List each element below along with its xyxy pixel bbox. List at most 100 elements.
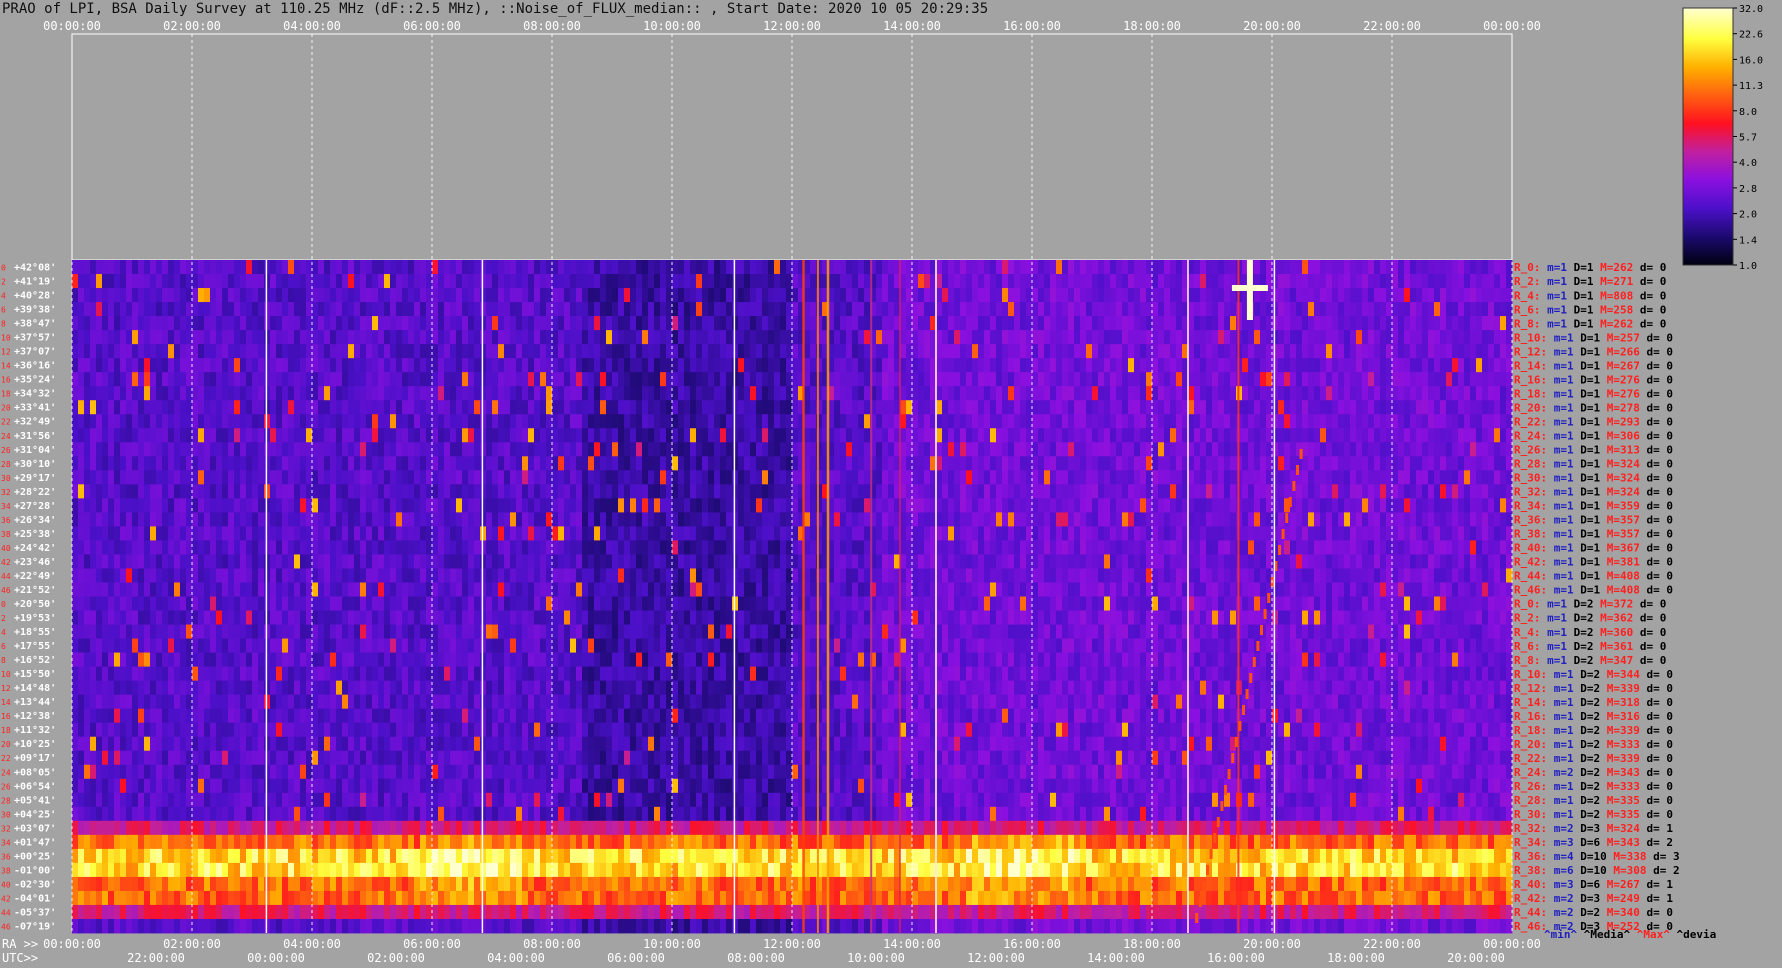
heat-cell (288, 344, 295, 359)
heat-cell (288, 498, 295, 513)
heat-cell (648, 512, 655, 527)
heat-cell (936, 372, 943, 387)
heat-cell (408, 400, 415, 415)
heat-cell (672, 442, 679, 457)
heat-cell (114, 288, 121, 303)
heat-cell (1224, 316, 1231, 331)
heat-cell (1374, 372, 1381, 387)
heat-cell (528, 456, 535, 471)
heat-cell (420, 386, 427, 401)
heat-cell (750, 344, 757, 359)
heat-cell (1416, 260, 1423, 275)
heat-cell (1194, 260, 1201, 275)
heat-cell (1338, 330, 1345, 345)
heat-cell (888, 400, 895, 415)
heat-cell (1134, 316, 1141, 331)
heat-cell (678, 372, 685, 387)
heat-cell (90, 260, 97, 275)
heat-cell (1218, 512, 1225, 527)
heat-cell (366, 358, 373, 373)
heat-cell (186, 316, 193, 331)
heat-cell (156, 372, 163, 387)
heat-cell (120, 316, 127, 331)
heat-cell (606, 470, 613, 485)
heat-cell (804, 498, 811, 513)
heat-cell (528, 428, 535, 443)
heat-cell (438, 400, 445, 415)
heat-cell (1332, 288, 1339, 303)
heat-cell (174, 372, 181, 387)
heat-cell (750, 428, 757, 443)
heat-cell (978, 470, 985, 485)
heat-cell (324, 372, 331, 387)
heat-cell (552, 316, 559, 331)
heat-cell (498, 414, 505, 429)
heat-cell (156, 288, 163, 303)
heat-cell (1314, 526, 1321, 541)
heat-cell (678, 526, 685, 541)
heat-cell (654, 540, 661, 555)
heat-cell (708, 414, 715, 429)
heat-cell (1416, 316, 1423, 331)
heat-cell (1302, 274, 1309, 289)
heat-cell (396, 526, 403, 541)
heat-cell (486, 498, 493, 513)
heat-cell (1038, 512, 1045, 527)
heat-cell (474, 512, 481, 527)
heat-cell (810, 484, 817, 499)
heat-cell (558, 512, 565, 527)
heat-cell (1320, 344, 1327, 359)
heat-cell (984, 442, 991, 457)
heat-cell (420, 428, 427, 443)
heat-cell (1026, 428, 1033, 443)
heat-cell (432, 428, 439, 443)
heat-cell (1314, 442, 1321, 457)
heat-cell (1122, 498, 1129, 513)
heat-cell (1272, 470, 1279, 485)
heat-cell (864, 428, 871, 443)
heat-cell (414, 414, 421, 429)
heat-cell (1140, 414, 1147, 429)
heat-cell (1350, 456, 1357, 471)
heat-cell (288, 316, 295, 331)
heat-cell (246, 260, 253, 275)
heat-cell (84, 274, 91, 289)
heat-cell (258, 302, 265, 317)
heat-cell (990, 302, 997, 317)
heat-cell (1410, 386, 1417, 401)
heat-cell (714, 372, 721, 387)
heat-cell (636, 526, 643, 541)
heat-cell (228, 316, 235, 331)
heat-cell (276, 484, 283, 499)
heat-cell (504, 330, 511, 345)
heat-cell (1464, 470, 1471, 485)
heat-cell (1428, 414, 1435, 429)
heat-cell (978, 386, 985, 401)
heat-cell (900, 540, 907, 555)
heat-cell (1344, 358, 1351, 373)
heat-cell (1074, 442, 1081, 457)
heat-cell (810, 400, 817, 415)
heat-cell (1104, 470, 1111, 485)
heat-cell (708, 456, 715, 471)
heat-cell (1422, 288, 1429, 303)
heat-cell (1434, 400, 1441, 415)
heat-cell (138, 288, 145, 303)
heat-cell (156, 540, 163, 555)
heat-cell (240, 316, 247, 331)
heat-cell (774, 358, 781, 373)
heat-cell (876, 456, 883, 471)
heat-cell (1494, 302, 1501, 317)
heat-cell (1140, 400, 1147, 415)
heat-cell (114, 386, 121, 401)
heat-cell (1272, 442, 1279, 457)
heat-cell (510, 414, 517, 429)
heat-cell (888, 344, 895, 359)
heat-cell (1374, 288, 1381, 303)
heat-cell (696, 330, 703, 345)
heat-cell (270, 260, 277, 275)
heat-cell (1296, 358, 1303, 373)
heat-cell (702, 316, 709, 331)
heat-cell (1494, 526, 1501, 541)
heat-cell (1476, 316, 1483, 331)
